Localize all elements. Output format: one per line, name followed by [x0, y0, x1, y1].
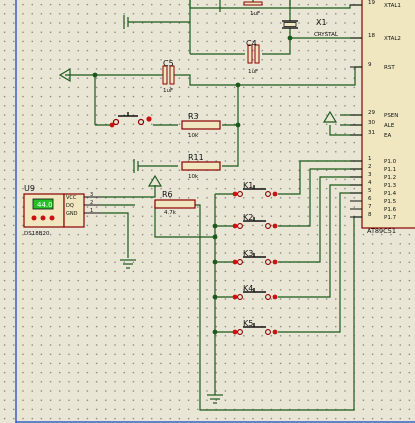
mcu-pin-number: 19: [368, 0, 375, 6]
mcu-pin-name: P1.6: [384, 207, 397, 213]
sensor-pin-name: GND: [66, 211, 78, 217]
mcu-part-label: AT89C51: [367, 227, 396, 235]
mcu-pin-name: P1.7: [384, 215, 397, 221]
resistor-r3-ref: R3: [188, 112, 199, 121]
mcu-pin-number: 7: [368, 204, 372, 210]
mcu-pin-name: ALE: [384, 123, 395, 129]
sensor-pin-name: DQ: [66, 203, 74, 209]
mcu-pin-number: 9: [368, 62, 372, 68]
mcu-pin-name: P1.3: [384, 183, 397, 189]
capacitor-c4-value: 1uF: [248, 69, 258, 75]
mcu-pin-name: P1.1: [384, 167, 396, 173]
schematic-canvas[interactable]: 19 XTAL1 18 XTAL2 9 RST 29 PSEN 30 ALE 31 EA 1 P1.0 2 P…: [0, 0, 415, 423]
mcu-pin-number: 1: [368, 156, 372, 162]
capacitor-c5-ref: C5: [163, 59, 174, 68]
sensor-button-right[interactable]: [49, 215, 55, 221]
mcu-pin-name: XTAL1: [384, 3, 401, 9]
mcu-pin-number: 4: [368, 180, 372, 186]
mcu-pin-number: 18: [368, 33, 375, 39]
mcu-pin-name: P1.0: [384, 159, 397, 165]
sensor-button-middle[interactable]: [40, 215, 46, 221]
mcu-pin-name: P1.5: [384, 199, 397, 205]
sensor-pin-number: 3: [90, 192, 93, 198]
resistor-r11-ref: R11: [188, 153, 204, 162]
mcu-pin-number: 30: [368, 120, 375, 126]
mcu-pin-number: 31: [368, 130, 375, 136]
mcu-pin-number: 8: [368, 212, 372, 218]
sensor-pin-name: VCC: [66, 195, 77, 201]
mcu-pin-number: 29: [368, 110, 375, 116]
capacitor-c4-ref: C4: [246, 39, 257, 48]
mcu-pin-name: P1.2: [384, 175, 396, 181]
mcu-pin-number: 6: [368, 196, 372, 202]
resistor-r3-value: 10k: [188, 133, 199, 139]
sensor-pin-number: 2: [90, 200, 93, 206]
resistor-r6-ref: R6: [162, 190, 173, 199]
sensor-display-value: 44.0: [37, 201, 53, 209]
sensor-button-left[interactable]: [31, 215, 37, 221]
capacitor-c5-value: 1uF: [163, 88, 173, 94]
mcu-pin-number: 2: [368, 164, 372, 170]
resistor-r11-value: 10k: [188, 174, 199, 180]
mcu-pin-name: EA: [384, 133, 391, 139]
mcu-pin-name: RST: [384, 65, 395, 71]
sensor-ref-label: U9: [24, 184, 35, 193]
capacitor-top-value: 1uF: [250, 11, 260, 17]
sensor-part-label: DS18B20: [24, 231, 50, 237]
mcu-pin-number: 3: [368, 172, 372, 178]
mcu-pin-name: PSEN: [384, 113, 398, 119]
crystal-ref-label: X1: [316, 18, 327, 27]
mcu-pin-name: P1.4: [384, 191, 397, 197]
sensor-pin-number: 1: [90, 208, 93, 214]
schematic-drawing[interactable]: 19 XTAL118 XTAL29 RST29 PSEN30 ALE31 EA1 P1.02 P…: [0, 0, 415, 423]
mcu-pin-number: 5: [368, 188, 372, 194]
crystal-value-label: CRYSTAL: [314, 32, 339, 38]
mcu-pin-name: XTAL2: [384, 36, 401, 42]
resistor-r6-value: 4.7k: [164, 210, 177, 216]
